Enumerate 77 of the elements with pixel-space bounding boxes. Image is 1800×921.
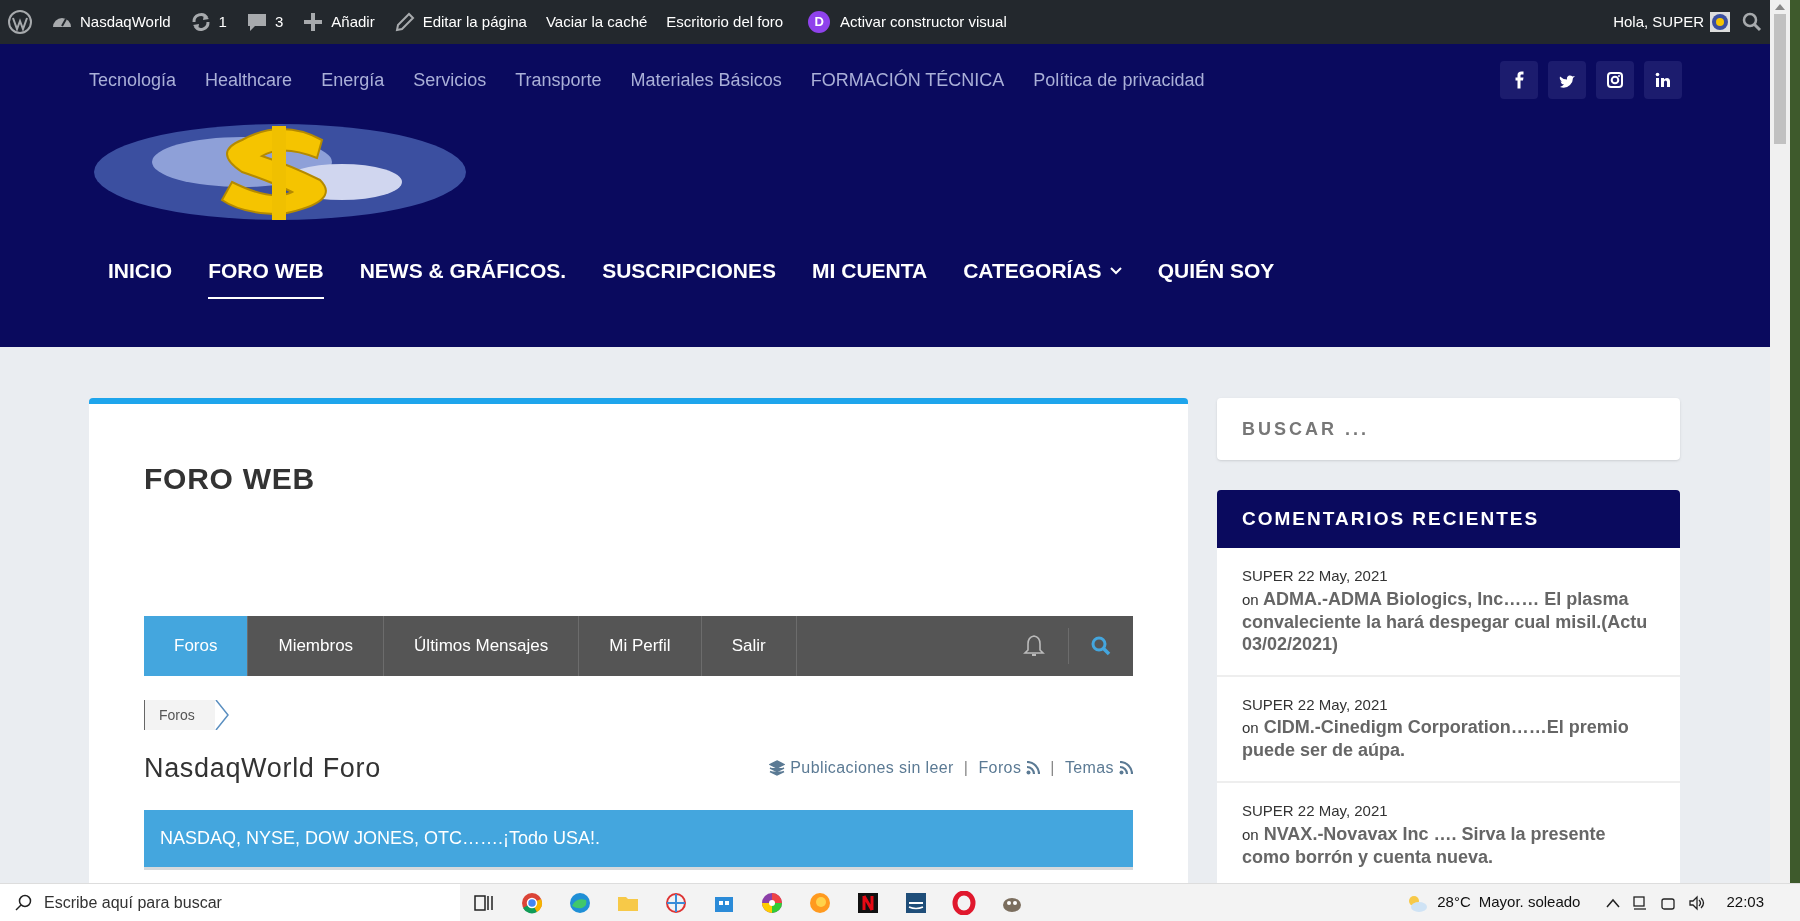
top-menu-link[interactable]: Tecnología [89, 66, 177, 94]
toolbar-link[interactable]: Vaciar la caché [545, 10, 648, 34]
opera-icon[interactable] [952, 890, 976, 915]
pencil-icon [393, 11, 416, 33]
search-icon[interactable] [1742, 12, 1762, 32]
top-menu-link[interactable]: Servicios [413, 66, 487, 94]
comment-link[interactable]: on ADMA.-ADMA Biologics, Inc…… El plasma convaleciente la hará despegar cual misil.(Actu 03/02/2021) [1242, 587, 1655, 655]
comments-link[interactable]: 3 [245, 10, 284, 34]
nav-link[interactable]: SUSCRIPCIONES [602, 255, 777, 299]
add-link[interactable]: Añadir [302, 10, 375, 34]
comment-link[interactable]: on NVAX.-Novavax Inc …. Sirva la presente como borrón y cuenta nueva. [1242, 822, 1655, 868]
forum-tab[interactable]: Salir [701, 616, 797, 676]
nav-link[interactable]: FORO WEB [208, 255, 324, 299]
breadcrumb-item[interactable]: Foros [144, 700, 229, 730]
nav-link[interactable]: INICIO [108, 255, 173, 299]
linkedin-button[interactable] [1644, 61, 1682, 99]
forum-tab[interactable]: Últimos Mensajes [384, 616, 580, 676]
instagram-button[interactable] [1596, 61, 1634, 99]
nav-link[interactable]: MI CUENTA [812, 255, 928, 299]
chevron-up-icon[interactable] [1606, 897, 1621, 908]
speaker-icon[interactable] [1688, 894, 1707, 911]
edit-link[interactable]: Editar la página [393, 10, 527, 34]
nav-link[interactable]: CATEGORÍAS [963, 255, 1122, 299]
forum-link[interactable]: Publicaciones sin leer [769, 756, 954, 780]
search-icon [14, 893, 32, 912]
color-wheel-icon[interactable] [760, 890, 784, 915]
nav-link[interactable]: NEWS & GRÁFICOS. [359, 255, 567, 299]
widget-title: COMENTARIOS RECIENTES [1217, 490, 1680, 548]
scrollbar[interactable] [1770, 0, 1790, 883]
facebook-button[interactable] [1500, 61, 1538, 99]
taskbar-search-field[interactable]: Escribe aquí para buscar [0, 883, 460, 921]
forum-tab[interactable]: Miembros [248, 616, 385, 676]
wordpress-logo-icon[interactable] [8, 10, 32, 34]
top-menu-link[interactable]: Materiales Básicos [630, 66, 782, 94]
weather-text: Mayor. soleado [1478, 892, 1581, 913]
search-field[interactable]: BUSCAR ... [1217, 398, 1680, 460]
speech-bubble-icon [245, 11, 268, 33]
site-link[interactable]: NasdaqWorld [51, 10, 171, 34]
top-menu-link[interactable]: Política de privacidad [1033, 66, 1205, 94]
layers-icon [769, 760, 786, 776]
top-menu-link[interactable]: Transporte [515, 66, 602, 94]
comment-meta: SUPER 22 May, 2021 [1242, 566, 1389, 586]
video-app-icon[interactable] [904, 890, 928, 915]
top-menu-link[interactable]: FORMACIÓN TÉCNICA [810, 66, 1005, 94]
edge-icon[interactable] [568, 890, 592, 915]
page-title: FORO WEB [144, 461, 316, 497]
forum-tab[interactable]: Mi Perfil [579, 616, 702, 676]
top-menu-link[interactable]: Energía [321, 66, 385, 94]
twitter-button[interactable] [1548, 61, 1586, 99]
nav-link[interactable]: QUIÉN SOY [1157, 255, 1275, 299]
temperature: 28°C [1437, 892, 1471, 913]
user-greeting[interactable]: Hola, SUPER [1613, 10, 1730, 34]
forum-link[interactable]: Temas [1064, 756, 1133, 780]
facebook-icon [1514, 71, 1524, 89]
netflix-icon[interactable] [856, 890, 880, 915]
forum-title: NasdaqWorld Foro [144, 751, 381, 785]
rss-icon [1119, 761, 1133, 775]
comment-meta: SUPER 22 May, 2021 [1242, 694, 1389, 715]
clock-time[interactable]: 22:03 [1714, 891, 1764, 914]
globe-dollar-logo[interactable] [92, 122, 468, 222]
separator: | [1050, 758, 1055, 778]
rss-icon [1026, 761, 1041, 775]
separator: | [963, 758, 969, 778]
comment-meta: SUPER 22 May, 2021 [1242, 801, 1389, 821]
updates-link[interactable]: 1 [189, 10, 227, 34]
comment-link[interactable]: on CIDM.-Cinedigm Corporation……El premio puede ser de aúpa. [1242, 716, 1655, 761]
bell-icon[interactable] [1022, 633, 1046, 659]
forum-link[interactable]: Foros [978, 756, 1041, 780]
avatar-icon [1710, 12, 1730, 32]
scrollbar-thumb[interactable] [1774, 14, 1786, 144]
toolbar-link[interactable]: Escritorio del foro [666, 10, 784, 34]
visual-builder-link[interactable]: D Activar constructor visual [808, 10, 1007, 34]
top-menu-link[interactable]: Healthcare [205, 66, 293, 94]
plus-icon [302, 11, 325, 33]
chrome-icon[interactable] [520, 890, 544, 915]
search-icon[interactable] [1091, 636, 1111, 656]
builder-badge: D [808, 11, 831, 33]
